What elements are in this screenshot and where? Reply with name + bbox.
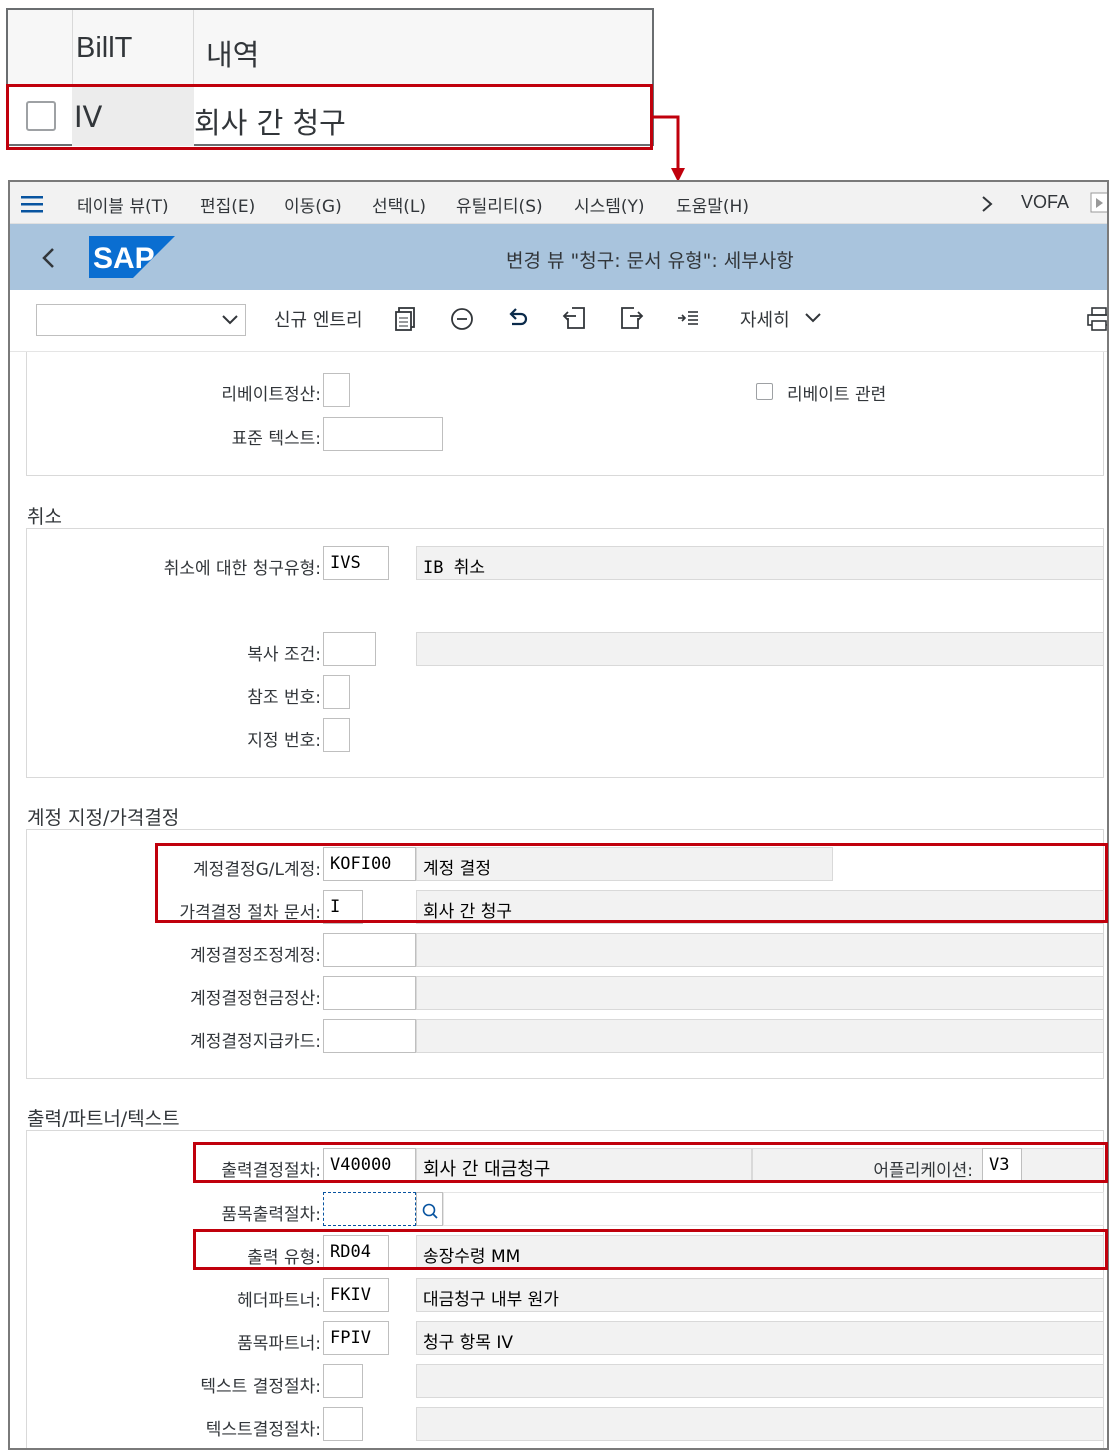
- item-output-procedure-input[interactable]: [323, 1192, 416, 1226]
- cancel-billtype-label: 취소에 대한 청구유형:: [163, 559, 321, 579]
- expand-icon[interactable]: [1090, 192, 1109, 214]
- goto-list-icon[interactable]: [676, 308, 702, 328]
- header-desc[interactable]: 내역: [206, 32, 259, 74]
- item-partner-label: 품목파트너:: [237, 1334, 321, 1354]
- back-icon[interactable]: [40, 246, 58, 270]
- hamburger-menu-icon[interactable]: [21, 194, 45, 214]
- variant-dropdown[interactable]: [36, 304, 246, 336]
- menu-goto[interactable]: 이동(G): [284, 192, 342, 217]
- reference-number-label: 참조 번호:: [247, 688, 321, 708]
- menu-bar: 테이블 뷰(T) 편집(E) 이동(G) 선택(L) 유틸리티(S) 시스템(Y…: [10, 182, 1107, 224]
- shell-header: SAP 변경 뷰 "청구: 문서 유형": 세부사항: [10, 224, 1107, 290]
- recon-account-desc: [416, 933, 1104, 967]
- connector-arrow: [653, 115, 685, 182]
- cash-settlement-desc: [416, 976, 1104, 1010]
- undo-icon[interactable]: [506, 306, 530, 330]
- recon-account-input[interactable]: [323, 933, 416, 967]
- previous-entry-icon[interactable]: [562, 304, 588, 332]
- header-partner-desc: 대금청구 내부 원가: [416, 1278, 1104, 1312]
- delete-icon[interactable]: [450, 307, 474, 331]
- assignment-number-label: 지정 번호:: [247, 731, 321, 751]
- text-procedure2-desc: [416, 1407, 1104, 1441]
- cash-settlement-label: 계정결정현금정산:: [190, 989, 321, 1009]
- assignment-number-input[interactable]: [323, 718, 350, 752]
- payment-card-label: 계정결정지급카드:: [190, 1032, 321, 1052]
- menu-system[interactable]: 시스템(Y): [574, 192, 645, 217]
- new-entry-button[interactable]: 신규 엔트리: [274, 306, 363, 332]
- output-section-title: 출력/파트너/텍스트: [27, 1108, 180, 1130]
- highlight-account-fields: [155, 843, 1108, 923]
- copy-conditions-label: 복사 조건:: [247, 645, 321, 665]
- payment-card-input[interactable]: [323, 1019, 416, 1053]
- system-id: VOFA: [1021, 192, 1070, 212]
- chevron-right-icon[interactable]: [980, 194, 994, 214]
- header-billt[interactable]: BillT: [76, 32, 132, 65]
- payment-card-desc: [416, 1019, 1104, 1053]
- print-icon[interactable]: [1086, 306, 1109, 332]
- rebate-relevant-checkbox[interactable]: [756, 383, 773, 400]
- page-title: 변경 뷰 "청구: 문서 유형": 세부사항: [506, 250, 794, 272]
- cancel-billtype-input[interactable]: IVS: [323, 546, 389, 580]
- reference-number-input[interactable]: [323, 675, 350, 709]
- header-partner-input[interactable]: FKIV: [323, 1278, 389, 1312]
- item-partner-input[interactable]: FPIV: [323, 1321, 389, 1355]
- toolbar: 신규 엔트리 자세히: [10, 290, 1107, 352]
- highlight-output-procedure: [193, 1142, 1108, 1183]
- search-icon: [422, 1203, 438, 1219]
- group-rebate: [26, 352, 1104, 476]
- value-help-button[interactable]: [416, 1192, 443, 1226]
- next-entry-icon[interactable]: [618, 304, 644, 332]
- more-chevron-down-icon[interactable]: [804, 312, 822, 324]
- highlight-table-row: [6, 84, 653, 150]
- menu-help[interactable]: 도움말(H): [676, 192, 749, 217]
- svg-text:SAP: SAP: [93, 242, 155, 275]
- copy-icon[interactable]: [394, 306, 418, 332]
- header-partner-label: 헤더파트너:: [237, 1291, 321, 1311]
- rebate-settlement-input[interactable]: [323, 373, 350, 407]
- menu-edit[interactable]: 편집(E): [200, 192, 255, 217]
- more-button[interactable]: 자세히: [740, 306, 790, 332]
- copy-conditions-input[interactable]: [323, 632, 376, 666]
- rebate-relevant-label: 리베이트 관련: [787, 385, 887, 405]
- chevron-down-icon: [222, 315, 238, 325]
- item-partner-desc: 청구 항목 IV: [416, 1321, 1104, 1355]
- cancel-billtype-desc: IB 취소: [416, 546, 1104, 580]
- standard-text-input[interactable]: [323, 417, 443, 451]
- recon-account-label: 계정결정조정계정:: [190, 946, 321, 966]
- text-procedure-label: 텍스트 결정절차:: [200, 1377, 321, 1397]
- text-procedure-input[interactable]: [323, 1364, 363, 1398]
- account-section-title: 계정 지정/가격결정: [27, 807, 180, 829]
- sap-logo: SAP: [89, 236, 175, 278]
- copy-conditions-desc: [416, 632, 1104, 666]
- item-output-procedure-label: 품목출력절차:: [221, 1205, 321, 1225]
- cancel-section-title: 취소: [27, 506, 62, 528]
- item-output-procedure-desc: [443, 1192, 1104, 1226]
- menu-utilities[interactable]: 유틸리티(S): [456, 192, 543, 217]
- highlight-output-type: [193, 1229, 1108, 1270]
- menu-select[interactable]: 선택(L): [372, 192, 426, 217]
- cash-settlement-input[interactable]: [323, 976, 416, 1010]
- menu-table-view[interactable]: 테이블 뷰(T): [77, 192, 169, 217]
- rebate-settlement-label: 리베이트정산:: [221, 385, 321, 405]
- text-procedure2-label: 텍스트결정절차:: [205, 1420, 321, 1440]
- text-procedure2-input[interactable]: [323, 1407, 363, 1441]
- standard-text-label: 표준 텍스트:: [231, 429, 321, 449]
- text-procedure-desc: [416, 1364, 1104, 1398]
